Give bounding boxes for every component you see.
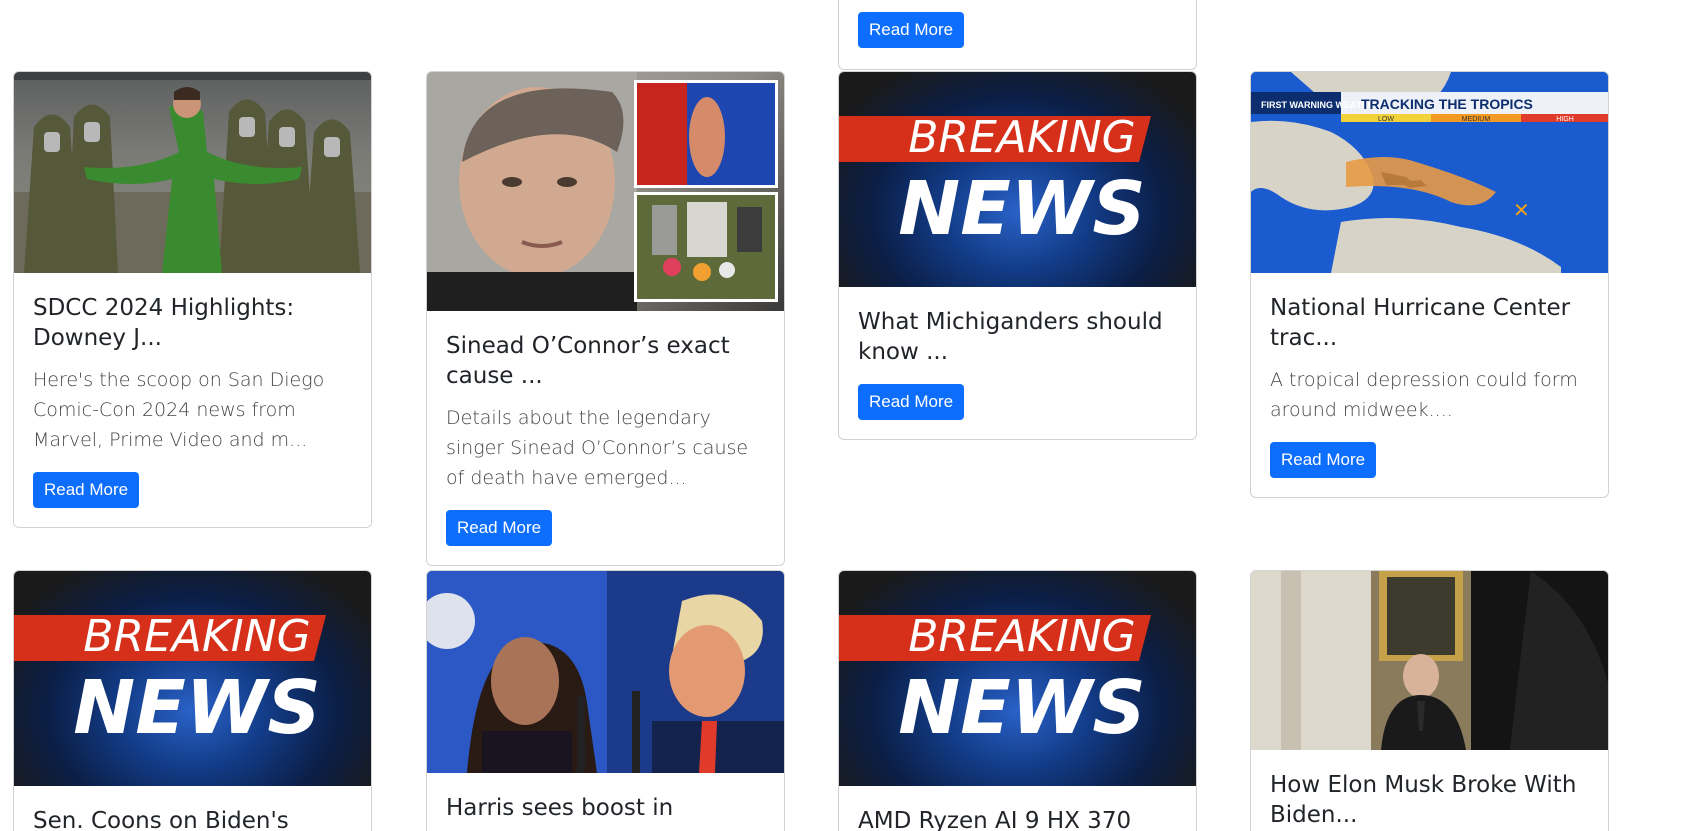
card-text: Here's the scoop on San Diego Comic-Con …: [33, 369, 325, 451]
card-title[interactable]: AMD Ryzen AI 9 HX 370: [858, 806, 1177, 831]
card-image[interactable]: BREAKING NEWS: [839, 72, 1196, 287]
card-text: Details about the legendary singer Sinea…: [446, 407, 749, 489]
read-more-button[interactable]: Read More: [1270, 442, 1377, 478]
card-title[interactable]: What Michiganders should know ...: [858, 307, 1177, 367]
news-text: NEWS: [898, 166, 1145, 252]
card-image[interactable]: BREAKING NEWS: [14, 571, 371, 786]
news-card: SDCC 2024 Highlights: Downey J... Here's…: [13, 71, 372, 528]
svg-text:✕: ✕: [1513, 198, 1530, 222]
card-image[interactable]: BREAKING NEWS: [839, 571, 1196, 786]
harris-trump-photo-icon: [427, 571, 784, 773]
news-card: How Elon Musk Broke With Biden...: [1250, 570, 1609, 831]
sinead-collage-icon: [427, 72, 778, 311]
news-card: BREAKING NEWS AMD Ryzen AI 9 HX 370: [838, 570, 1197, 831]
news-card: Harris sees boost in: [426, 570, 785, 831]
news-card: ✕ FIRST WARNING WEATHER TRACKING THE TRO…: [1250, 71, 1609, 498]
hurricane-map-icon: ✕ FIRST WARNING WEATHER TRACKING THE TRO…: [1251, 72, 1608, 273]
card-text: A tropical depression could form around …: [1270, 369, 1578, 421]
card-image[interactable]: [427, 571, 784, 773]
breaking-text: BREAKING: [83, 611, 311, 662]
card-image[interactable]: [1251, 571, 1608, 750]
high-label: HIGH: [1556, 116, 1574, 123]
breaking-news-icon: BREAKING NEWS: [14, 611, 326, 751]
read-more-button[interactable]: Read More: [446, 510, 553, 546]
musk-photo-icon: [1251, 571, 1608, 750]
breaking-news-icon: BREAKING NEWS: [839, 112, 1151, 252]
breaking-text: BREAKING: [908, 611, 1136, 662]
card-image[interactable]: [427, 72, 784, 311]
card-title[interactable]: National Hurricane Center trac...: [1270, 293, 1589, 353]
card-image[interactable]: ✕ FIRST WARNING WEATHER TRACKING THE TRO…: [1251, 72, 1608, 273]
card-title[interactable]: Harris sees boost in: [446, 793, 765, 823]
card-title[interactable]: How Elon Musk Broke With Biden...: [1270, 770, 1589, 830]
news-card: Sinead O’Connor’s exact cause ... Detail…: [426, 71, 785, 566]
breaking-text: BREAKING: [908, 112, 1136, 163]
read-more-button[interactable]: Read More: [858, 384, 965, 420]
card-image[interactable]: [14, 72, 371, 273]
card-title[interactable]: Sinead O’Connor’s exact cause ...: [446, 331, 765, 391]
news-card: BREAKING NEWS What Michiganders should k…: [838, 71, 1197, 440]
breaking-news-icon: BREAKING NEWS: [839, 611, 1151, 751]
low-label: LOW: [1378, 116, 1394, 123]
news-card: BREAKING NEWS Sen. Coons on Biden's: [13, 570, 372, 831]
comic-con-photo-icon: [14, 72, 371, 273]
card-title[interactable]: SDCC 2024 Highlights: Downey J...: [33, 293, 352, 353]
medium-label: MEDIUM: [1462, 116, 1491, 123]
news-card-partial: Read More: [838, 0, 1197, 70]
read-more-button[interactable]: Read More: [858, 12, 965, 48]
map-banner: TRACKING THE TROPICS: [1361, 96, 1533, 112]
card-title[interactable]: Sen. Coons on Biden's: [33, 806, 352, 831]
news-text: NEWS: [73, 665, 320, 751]
news-text: NEWS: [898, 665, 1145, 751]
read-more-button[interactable]: Read More: [33, 472, 140, 508]
